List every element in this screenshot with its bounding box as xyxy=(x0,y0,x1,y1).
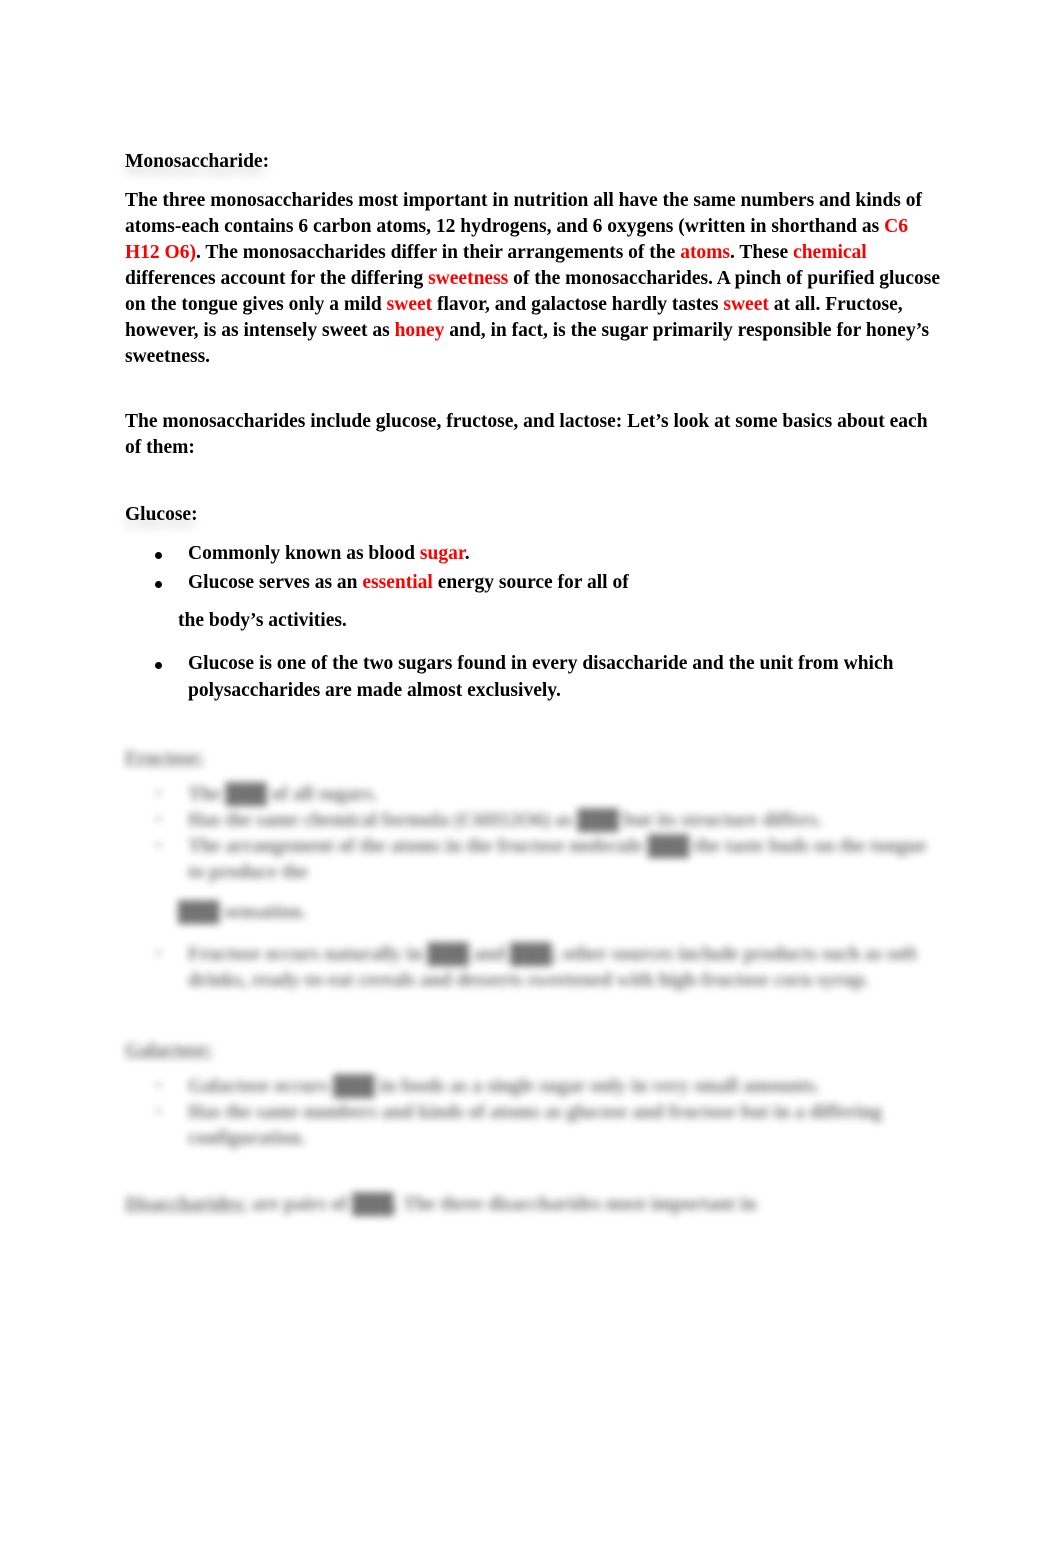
text-run: Commonly known as blood xyxy=(188,543,420,564)
highlighted-term: sweet xyxy=(386,294,433,315)
glucose-bullet: Commonly known as blood sugar. xyxy=(125,540,905,567)
bullet-icon xyxy=(155,581,162,588)
text-run: The three monosaccharides most important… xyxy=(125,190,923,237)
fructose-bullet-list: • The ███ of all sugars. • Has the same ch… xyxy=(125,782,940,886)
text-run: . These xyxy=(730,242,794,263)
glucose-bullet: Glucose is one of the two sugars found i… xyxy=(125,650,905,704)
text-run: Glucose serves as an xyxy=(188,572,363,593)
fructose-bullet: • The ███ of all sugars. xyxy=(155,784,378,805)
disaccharides-paragraph: Disaccharides: are pairs of ███. The thr… xyxy=(125,1194,757,1215)
bullet-icon xyxy=(155,662,162,669)
glucose-bullet-list-2: Glucose is one of the two sugars found i… xyxy=(125,650,905,704)
highlighted-term: honey xyxy=(394,320,445,341)
highlighted-term: chemical xyxy=(793,242,867,263)
text-run: Glucose is one of the two sugars found i… xyxy=(188,653,894,701)
text-run: . xyxy=(464,543,470,564)
disaccharides-heading: Disaccharides: xyxy=(125,1194,248,1215)
highlighted-term: sweetness xyxy=(428,268,509,289)
glucose-bullet: Glucose serves as an essential energy so… xyxy=(125,569,905,596)
galactose-bullet: • Has the same numbers and kinds of atoms… xyxy=(155,1102,882,1149)
monosaccharide-heading: Monosaccharide: xyxy=(125,151,270,172)
fructose-bullet: • Has the same chemical formula (C6H12O6)… xyxy=(155,810,822,831)
glucose-bullet-continuation: the body’s activities. xyxy=(178,610,347,631)
galactose-bullet-list: • Galactose occurs ███ in foods as a sing… xyxy=(125,1074,940,1152)
text-run: energy source for all of xyxy=(432,572,629,593)
galactose-heading: Galactose: xyxy=(125,1040,213,1061)
highlighted-term: atoms xyxy=(680,242,731,263)
monosaccharide-paragraph: The three monosaccharides most important… xyxy=(125,188,940,370)
text-run: . The monosaccharides differ in their ar… xyxy=(195,242,681,263)
glucose-heading: Glucose: xyxy=(125,504,198,525)
highlighted-term: sugar xyxy=(419,543,465,564)
bullet-icon xyxy=(155,552,162,559)
blurred-section: Fructose: • The ███ of all sugars. • Has t… xyxy=(125,746,940,1218)
text-run: differences account for the differing xyxy=(125,268,429,289)
fructose-bullet-list-2: • Fructose occurs naturally in ███ and ██… xyxy=(125,942,940,994)
glucose-bullet-list: Commonly known as blood sugar. Glucose s… xyxy=(125,540,905,596)
fructose-continuation: ███ sensation. xyxy=(178,902,307,923)
highlighted-term: essential xyxy=(362,572,433,593)
text-run: flavor, and galactose hardly tastes xyxy=(432,294,724,315)
fructose-bullet: • Fructose occurs naturally in ███ and ██… xyxy=(155,944,918,991)
fructose-bullet: • The arrangement of the atoms in the fru… xyxy=(155,836,927,883)
galactose-bullet: • Galactose occurs ███ in foods as a sing… xyxy=(155,1076,820,1097)
intro-paragraph: The monosaccharides include glucose, fru… xyxy=(125,411,928,458)
fructose-heading: Fructose: xyxy=(125,748,205,769)
highlighted-term: sweet xyxy=(723,294,769,315)
